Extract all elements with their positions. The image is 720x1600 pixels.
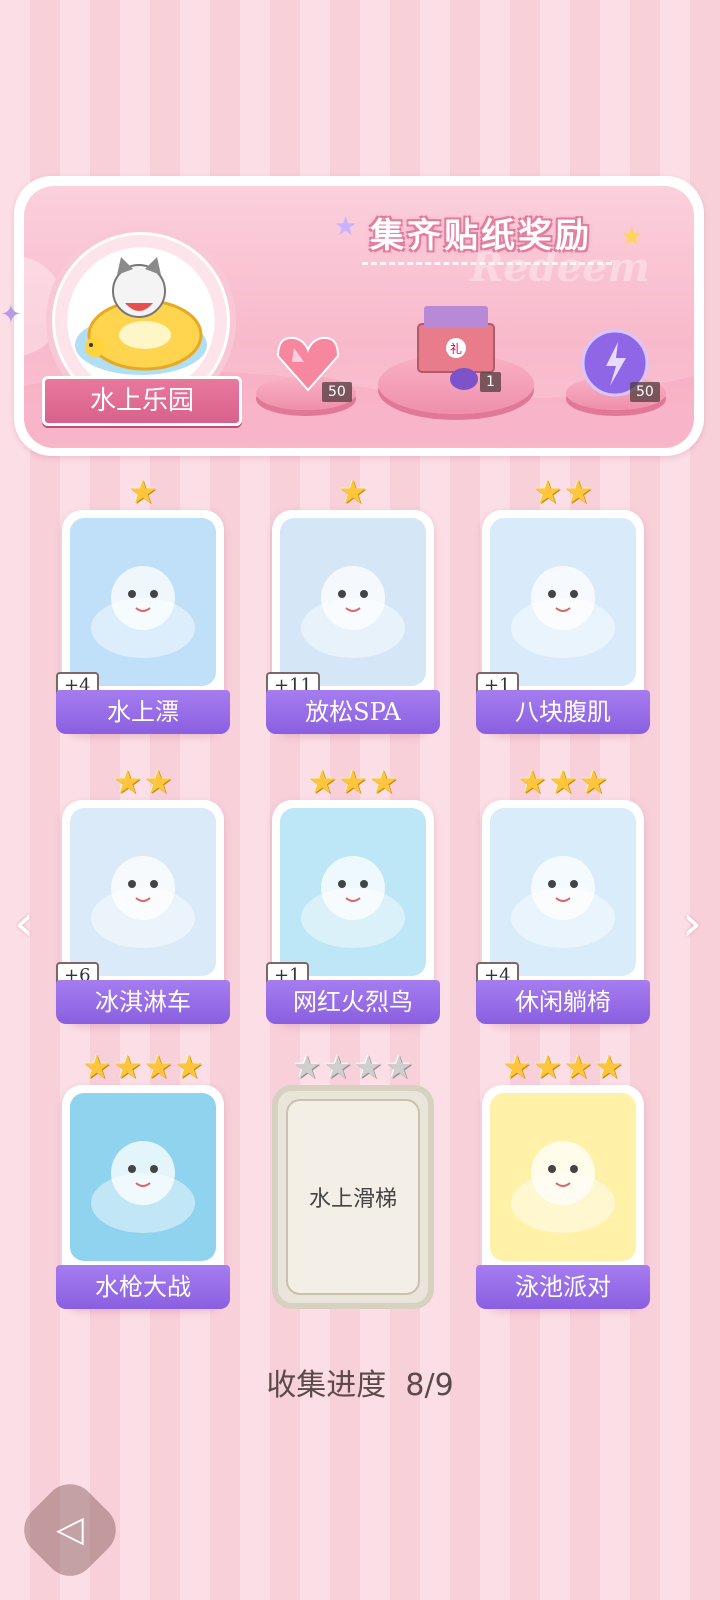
star-icon: ★ xyxy=(113,1048,142,1086)
muscle-cat-icon xyxy=(490,518,636,686)
star-icon: ★ xyxy=(82,1048,112,1086)
reward-count: 1 xyxy=(480,372,501,392)
card-star-rating: ★ ★ ★ ★ xyxy=(272,1051,434,1083)
beach-chair-icon xyxy=(490,808,636,976)
star-icon: ★ xyxy=(517,763,547,801)
ribbon-deco-icon: ✦ xyxy=(0,300,22,330)
svg-text:礼: 礼 xyxy=(450,341,462,356)
locked-sticker-card[interactable]: 水上滑梯 xyxy=(272,1085,434,1309)
spa-candle-icon xyxy=(280,518,426,686)
star-icon: ★ xyxy=(369,763,399,801)
star-icon: ★ xyxy=(307,763,337,801)
star-icon: ★ xyxy=(564,473,593,511)
star-icon: ★ xyxy=(579,763,609,801)
theme-name-label: 水上乐园 xyxy=(42,376,242,426)
card-star-rating: ★ ★ ★ ★ xyxy=(482,1051,644,1083)
bunny-pool-party-icon xyxy=(490,1093,636,1261)
card-star-rating: ★ ★ xyxy=(62,766,224,798)
reward-count: 50 xyxy=(322,382,352,402)
water-gun-boy-icon xyxy=(70,1093,216,1261)
card-name: 水枪大战 xyxy=(56,1265,230,1309)
ticket-badge-icon xyxy=(450,368,478,390)
star-icon: ★ xyxy=(502,1048,532,1086)
back-arrow-icon: ◁ xyxy=(56,1509,84,1550)
star-icon: ★ xyxy=(564,1048,593,1086)
card-star-rating: ★ ★ xyxy=(482,476,644,508)
star-icon: ★ xyxy=(292,1048,322,1086)
collection-progress: 收集进度 8/9 xyxy=(0,1360,720,1404)
reward-count: 50 xyxy=(630,382,660,402)
card-name: 冰淇淋车 xyxy=(56,980,230,1024)
star-icon: ★ xyxy=(128,473,158,511)
progress-label: 收集进度 xyxy=(266,1368,387,1403)
title-divider xyxy=(362,262,612,265)
star-icon: ★ xyxy=(384,1048,414,1086)
card-star-rating: ★ xyxy=(62,476,224,508)
cat-on-float-icon xyxy=(70,518,216,686)
star-icon: ★ xyxy=(144,1048,173,1086)
star-icon: ★ xyxy=(144,763,173,801)
next-page-arrow-icon[interactable]: › xyxy=(682,894,702,952)
ice-cream-truck-icon xyxy=(70,808,216,976)
star-icon: ★ xyxy=(533,473,562,511)
prev-page-arrow-icon[interactable]: ‹ xyxy=(14,894,34,952)
card-name: 网红火烈鸟 xyxy=(266,980,440,1024)
card-name: 放松SPA xyxy=(266,690,440,734)
star-icon: ★ xyxy=(338,763,368,801)
star-icon: ★ xyxy=(594,1048,624,1086)
progress-value: 8/9 xyxy=(405,1368,454,1403)
star-icon: ★ xyxy=(548,763,578,801)
star-icon: ★ xyxy=(113,763,142,801)
star-icon: ★ xyxy=(174,1048,204,1086)
star-icon: ★ xyxy=(338,473,368,511)
card-name: 泳池派对 xyxy=(476,1265,650,1309)
sparkle-star-icon: ★ xyxy=(334,212,358,242)
flamingo-cat-icon xyxy=(280,808,426,976)
star-icon: ★ xyxy=(323,1048,352,1086)
star-icon: ★ xyxy=(354,1048,383,1086)
card-star-rating: ★ ★ ★ xyxy=(272,766,434,798)
locked-card-icon: 水上滑梯 xyxy=(286,1099,420,1295)
star-icon: ★ xyxy=(533,1048,562,1086)
card-name: 水上漂 xyxy=(56,690,230,734)
card-name: 八块腹肌 xyxy=(476,690,650,734)
card-star-rating: ★ ★ ★ ★ xyxy=(62,1051,224,1083)
card-name: 休闲躺椅 xyxy=(476,980,650,1024)
card-star-rating: ★ xyxy=(272,476,434,508)
card-name: 水上滑梯 xyxy=(308,1187,397,1212)
card-star-rating: ★ ★ ★ xyxy=(482,766,644,798)
reward-title: 集齐贴纸奖励 xyxy=(370,216,592,256)
